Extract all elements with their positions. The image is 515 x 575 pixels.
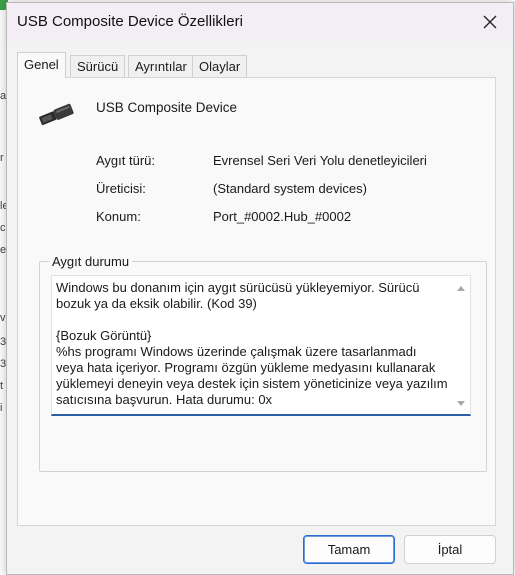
device-status-textbox[interactable]: Windows bu donanım için aygıt sürücüsü y…	[51, 275, 471, 416]
device-status-label: Aygıt durumu	[49, 254, 133, 269]
scroll-down-arrow-icon[interactable]	[457, 401, 465, 406]
location-value: Port_#0002.Hub_#0002	[213, 209, 352, 224]
ok-button[interactable]: Tamam	[303, 535, 395, 564]
device-name: USB Composite Device	[96, 100, 238, 115]
close-button[interactable]	[467, 3, 513, 41]
device-status-text: Windows bu donanım için aygıt sürücüsü y…	[56, 280, 448, 407]
usb-plug-icon	[39, 103, 74, 126]
manufacturer-value: (Standard system devices)	[213, 181, 367, 196]
tab-events[interactable]: Olaylar	[192, 55, 248, 78]
scroll-up-arrow-icon[interactable]	[457, 286, 465, 291]
close-icon	[483, 15, 497, 29]
title-bar[interactable]: USB Composite Device Özellikleri	[7, 3, 513, 41]
device-type-label: Aygıt türü:	[96, 153, 156, 168]
tab-driver[interactable]: Sürücü	[70, 55, 126, 78]
window-title: USB Composite Device Özellikleri	[17, 13, 243, 30]
tab-details[interactable]: Ayrıntılar	[128, 55, 194, 78]
tab-general[interactable]: Genel	[17, 52, 66, 78]
properties-dialog: USB Composite Device Özellikleri Genel S…	[6, 2, 514, 575]
cancel-button[interactable]: İptal	[404, 535, 496, 564]
manufacturer-label: Üreticisi:	[96, 181, 146, 196]
device-type-value: Evrensel Seri Veri Yolu denetleyicileri	[213, 153, 427, 168]
location-label: Konum:	[96, 209, 141, 224]
